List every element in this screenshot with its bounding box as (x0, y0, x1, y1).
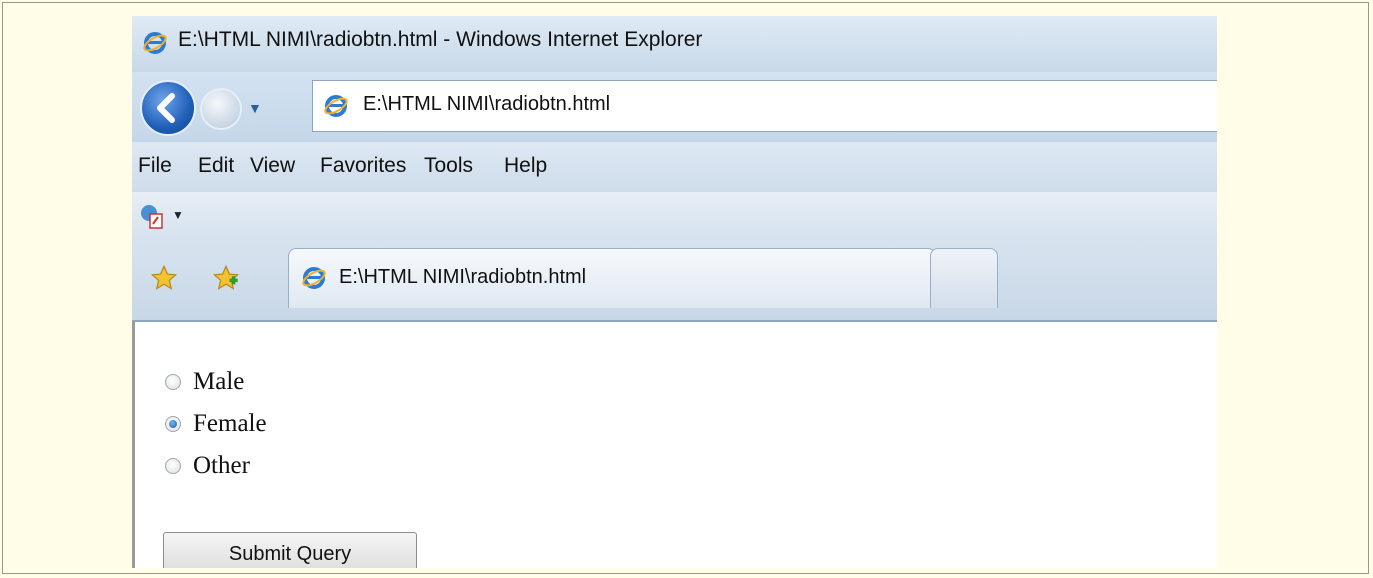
command-dropdown-icon[interactable]: ▼ (172, 208, 184, 222)
radio-option-male[interactable]: Male (165, 364, 244, 400)
radio-label-other: Other (193, 452, 250, 479)
back-button[interactable] (140, 80, 196, 136)
menu-bar: File Edit View Favorites Tools Help (132, 142, 1217, 192)
address-bar[interactable]: E:\HTML NIMI\radiobtn.html (312, 80, 1217, 132)
recent-pages-dropdown-icon[interactable]: ▼ (248, 100, 262, 116)
title-bar: E:\HTML NIMI\radiobtn.html - Windows Int… (132, 16, 1217, 72)
favorites-star-icon[interactable] (150, 264, 178, 292)
ie-logo-icon (143, 32, 167, 54)
menu-help[interactable]: Help (504, 154, 547, 178)
menu-file[interactable]: File (138, 154, 172, 178)
browser-window: E:\HTML NIMI\radiobtn.html - Windows Int… (132, 16, 1217, 568)
radio-label-male: Male (193, 368, 245, 395)
radio-option-female[interactable]: Female (165, 406, 267, 442)
address-url[interactable]: E:\HTML NIMI\radiobtn.html (363, 93, 610, 116)
forward-button[interactable] (200, 88, 242, 130)
page-content: Male Female Other Submit Query (132, 322, 1217, 568)
menu-view[interactable]: View (250, 154, 295, 178)
new-tab-button[interactable] (930, 248, 998, 308)
menu-edit[interactable]: Edit (198, 154, 234, 178)
radio-option-other[interactable]: Other (165, 448, 250, 484)
tab-label: E:\HTML NIMI\radiobtn.html (339, 266, 587, 288)
menu-favorites[interactable]: Favorites (320, 154, 406, 178)
ie-tab-icon (302, 267, 326, 289)
add-favorites-icon[interactable] (212, 264, 240, 292)
radio-other[interactable] (165, 458, 181, 474)
command-bar: ▼ (132, 192, 1217, 240)
radio-label-female: Female (193, 410, 267, 437)
radio-female[interactable] (165, 416, 181, 432)
radio-male[interactable] (165, 374, 181, 390)
window-title: E:\HTML NIMI\radiobtn.html - Windows Int… (178, 28, 703, 51)
submit-query-button[interactable]: Submit Query (163, 532, 417, 568)
tab-radiobtn[interactable]: E:\HTML NIMI\radiobtn.html (288, 248, 936, 308)
ie-page-icon (324, 95, 348, 117)
convert-pdf-icon[interactable] (138, 202, 166, 230)
back-arrow-icon (157, 93, 175, 123)
menu-tools[interactable]: Tools (424, 154, 473, 178)
